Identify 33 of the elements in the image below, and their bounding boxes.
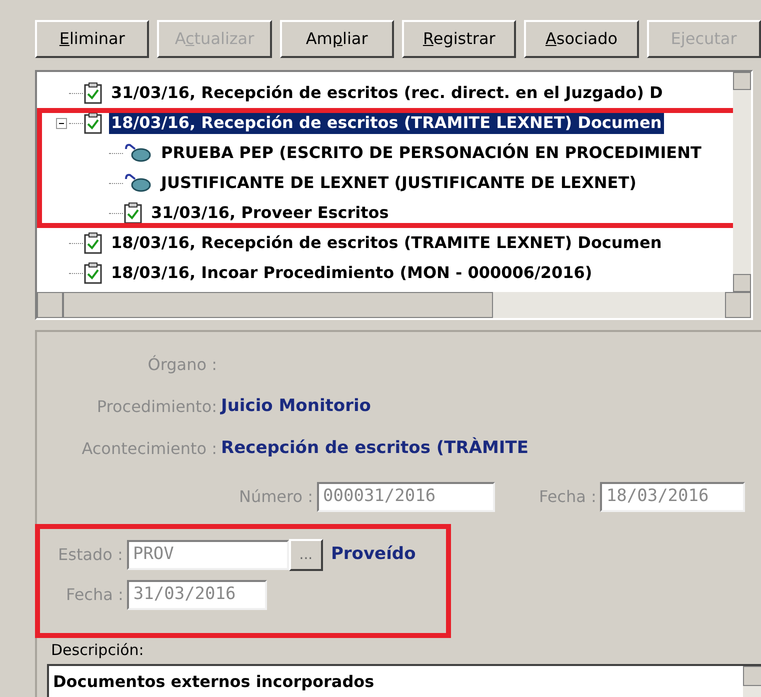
- horizontal-scrollbar[interactable]: [37, 292, 751, 318]
- descripcion-label: Descripción:: [51, 641, 144, 659]
- tree-item[interactable]: PRUEBA PEP (ESCRITO DE PERSONACIÓN EN PROCEDIMIENT: [159, 142, 704, 164]
- tree-item[interactable]: 18/03/16, Recepción de escritos (TRAMITE LEXNET) Documen: [109, 112, 664, 134]
- numero-label: Número :: [238, 487, 313, 506]
- toolbar-button[interactable]: Registrar: [402, 20, 516, 58]
- vertical-scrollbar[interactable]: [733, 72, 751, 292]
- clipboard-check-icon: [83, 112, 103, 134]
- acontecimiento-label: Acontecimiento :: [82, 439, 217, 458]
- procedimiento-label: Procedimiento:: [96, 397, 217, 416]
- clipboard-check-icon: [83, 262, 103, 284]
- clipboard-check-icon: [83, 82, 103, 104]
- paperclip-icon: [123, 173, 153, 193]
- clipboard-check-icon: [83, 232, 103, 254]
- tree-item[interactable]: 18/03/16, Incoar Procedimiento (MON - 000006/2016): [109, 262, 594, 284]
- collapse-toggle[interactable]: [56, 118, 67, 128]
- clipboard-check-icon: [123, 202, 143, 224]
- paperclip-icon: [123, 143, 153, 163]
- toolbar-button[interactable]: Ampliar: [280, 20, 394, 58]
- fecha-label: Fecha :: [66, 584, 124, 606]
- tree-item[interactable]: 31/03/16, Proveer Escritos: [149, 202, 391, 224]
- procedimiento-value: Juicio Monitorio: [221, 395, 371, 418]
- acontecimiento-value: Recepción de escritos (TRÀMITE: [221, 436, 528, 460]
- estado-value: Proveído: [330, 543, 416, 566]
- tree-item[interactable]: JUSTIFICANTE DE LEXNET (JUSTIFICANTE DE LEXNET): [159, 172, 638, 194]
- toolbar-button[interactable]: Eliminar: [35, 20, 150, 58]
- estado-label: Estado :: [58, 544, 123, 566]
- tree-item[interactable]: 31/03/16, Recepción de escritos (rec. direct. en el Juzgado) D: [109, 82, 665, 104]
- description-field[interactable]: Documentos externos incorporados: [47, 664, 761, 697]
- fecha-label: Fecha :: [539, 486, 596, 508]
- toolbar-button[interactable]: Asociado: [524, 20, 639, 58]
- tree-item[interactable]: 18/03/16, Recepción de escritos (TRAMITE LEXNET) Documen: [109, 232, 664, 254]
- organo-label: Órgano :: [148, 355, 217, 374]
